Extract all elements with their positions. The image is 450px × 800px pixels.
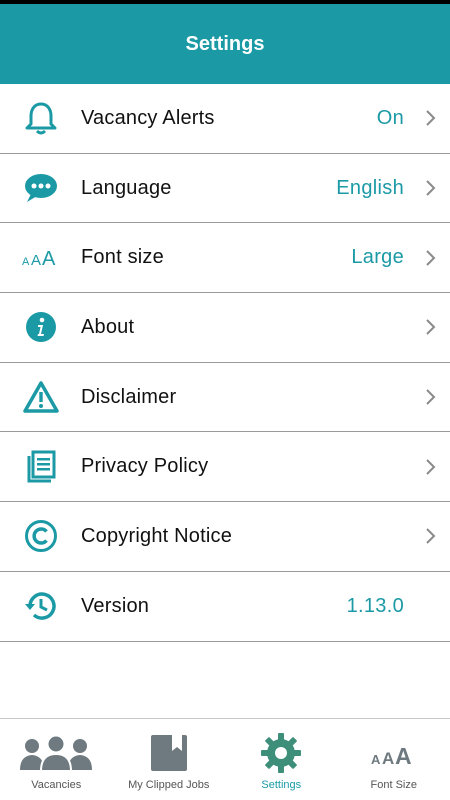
bottom-tab-bar: Vacancies My Clipped Jobs Settings A A A… <box>0 718 450 800</box>
settings-item-vacancy-alerts[interactable]: Vacancy Alerts On <box>0 84 450 154</box>
settings-item-value: English <box>336 176 404 199</box>
page-title: Settings <box>185 32 265 55</box>
settings-item-label: About <box>81 315 135 338</box>
settings-item-font-size[interactable]: A A A Font size Large <box>0 223 450 294</box>
settings-item-disclaimer[interactable]: Disclaimer <box>0 363 450 433</box>
app-header: Settings <box>0 4 450 84</box>
settings-list: Vacancy Alerts On Language English A A A… <box>0 84 450 642</box>
gear-icon <box>260 733 302 773</box>
settings-item-version: Version 1.13.0 <box>0 572 450 642</box>
tab-font-size[interactable]: A A A Font Size <box>338 719 450 800</box>
settings-item-label: Version <box>81 594 150 617</box>
settings-item-label: Disclaimer <box>81 385 177 408</box>
chevron-right-icon <box>426 528 436 545</box>
tab-label: Font Size <box>370 779 417 791</box>
settings-item-privacy-policy[interactable]: Privacy Policy <box>0 432 450 503</box>
version-value: 1.13.0 <box>346 594 404 617</box>
svg-text:A: A <box>371 752 381 767</box>
settings-item-label: Language <box>81 176 172 199</box>
tab-label: Settings <box>261 779 302 791</box>
settings-item-label: Copyright Notice <box>81 524 233 547</box>
tab-label: My Clipped Jobs <box>128 779 210 791</box>
svg-text:A: A <box>42 248 56 270</box>
history-icon <box>20 585 62 627</box>
tab-vacancies[interactable]: Vacancies <box>0 719 113 800</box>
settings-item-copyright-notice[interactable]: Copyright Notice <box>0 502 450 572</box>
chevron-right-icon <box>426 319 436 336</box>
settings-item-label: Privacy Policy <box>81 455 209 478</box>
chevron-right-icon <box>426 389 436 405</box>
tab-label: Vacancies <box>31 779 82 791</box>
document-icon <box>20 446 62 488</box>
info-icon <box>20 306 62 348</box>
chevron-right-icon <box>426 250 436 266</box>
people-icon <box>18 733 94 773</box>
settings-item-language[interactable]: Language English <box>0 154 450 224</box>
font-size-icon: A A A <box>20 237 62 279</box>
settings-item-value: On <box>376 106 404 129</box>
settings-item-label: Vacancy Alerts <box>81 106 215 129</box>
chevron-right-icon <box>426 459 436 475</box>
bookmark-book-icon <box>150 733 188 773</box>
warning-icon <box>20 376 62 418</box>
bell-icon <box>20 97 62 139</box>
svg-text:A: A <box>31 252 41 269</box>
tab-my-clipped-jobs[interactable]: My Clipped Jobs <box>113 719 226 800</box>
tab-settings[interactable]: Settings <box>225 719 338 800</box>
chevron-right-icon <box>426 110 436 127</box>
copyright-icon <box>20 515 62 557</box>
svg-text:A: A <box>382 749 394 768</box>
chevron-right-icon <box>426 180 436 196</box>
svg-text:A: A <box>22 256 30 268</box>
settings-item-about[interactable]: About <box>0 293 450 363</box>
font-size-icon: A A A <box>370 733 418 773</box>
settings-item-label: Font size <box>81 246 164 269</box>
svg-text:A: A <box>395 743 412 768</box>
chat-bubble-icon <box>20 167 62 209</box>
settings-item-value: Large <box>351 246 404 269</box>
